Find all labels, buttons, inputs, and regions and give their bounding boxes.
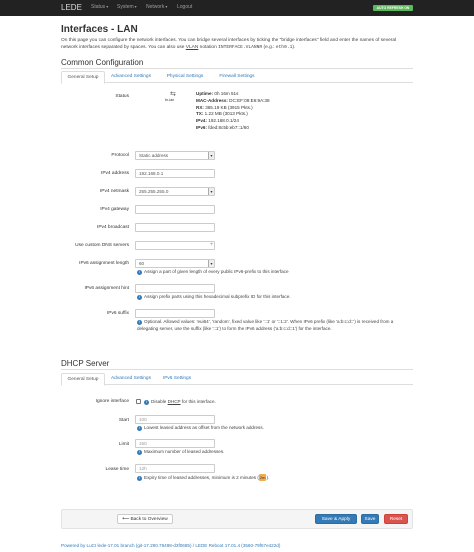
ipv6-assignment-hint-input[interactable] xyxy=(135,284,215,293)
ipv6-assignment-length-hint: i Assign a part of given length of every … xyxy=(137,268,289,275)
page-description: On this page you can configure the netwo… xyxy=(61,38,397,50)
lease-time-label: Lease time xyxy=(105,467,129,472)
ipv6-suffix-label: IPv6 suffix xyxy=(106,311,129,316)
ignore-interface-checkbox[interactable] xyxy=(136,399,141,404)
back-to-overview-button[interactable]: ⟵ Back to Overview xyxy=(117,514,173,524)
info-icon: i xyxy=(137,450,142,455)
tab-general-setup[interactable]: General Setup xyxy=(61,71,105,84)
menu-status[interactable]: Status▾ xyxy=(91,4,108,10)
lease-time-input[interactable]: 12h xyxy=(135,464,215,473)
tab-firewall-settings[interactable]: Firewall Settings xyxy=(213,71,261,83)
save-apply-button[interactable]: Save & Apply xyxy=(315,514,357,524)
info-icon: i xyxy=(137,270,142,275)
menu-network[interactable]: Network▾ xyxy=(146,4,167,10)
section-heading-common: Common Configuration xyxy=(61,58,144,67)
ipv4-broadcast-label: IPv4 broadcast xyxy=(97,225,129,230)
ipv6-assignment-length-label: IPv6 assignment length xyxy=(79,261,129,266)
menu-logout[interactable]: Logout xyxy=(177,4,192,10)
info-icon: i xyxy=(137,295,142,300)
ipv6-suffix-input[interactable] xyxy=(135,309,215,318)
tab-physical-settings[interactable]: Physical Settings xyxy=(161,71,209,83)
dns-input[interactable] xyxy=(135,241,215,250)
status-label: Status xyxy=(115,94,129,99)
ipv6-assignment-hint-label: IPv6 assignment hint xyxy=(84,286,129,291)
ipv4-gateway-input[interactable] xyxy=(135,205,215,214)
action-footer: ⟵ Back to Overview Save & Apply Save Res… xyxy=(61,509,413,529)
dhcp-tabs: General Setup Advanced Settings IPv6 Set… xyxy=(61,373,413,386)
chevron-down-icon: ▾ xyxy=(106,4,109,9)
ipv6-assignment-hint-hint: i Assign prefix parts using this hexadeci… xyxy=(137,293,291,300)
chevron-down-icon: ▾ xyxy=(165,4,168,9)
ipv4-broadcast-input[interactable] xyxy=(135,223,215,232)
section-heading-dhcp: DHCP Server xyxy=(61,359,110,368)
ipv4-netmask-select[interactable]: 255.255.255.0 ▾ xyxy=(135,187,215,196)
lease-time-hint: i Expiry time of leased addresses, minimu… xyxy=(137,474,269,481)
start-hint: i Lowest leased address as offset from th… xyxy=(137,424,264,431)
page-title: Interfaces - LAN xyxy=(61,24,138,35)
info-icon: i xyxy=(137,426,142,431)
reset-button[interactable]: Reset xyxy=(384,514,408,524)
dropdown-arrow-icon: ▾ xyxy=(208,152,214,159)
tab-dhcp-general-setup[interactable]: General Setup xyxy=(61,373,105,386)
dropdown-arrow-icon: ▾ xyxy=(208,188,214,195)
interface-name: br-lan xyxy=(165,98,175,102)
save-button[interactable]: Save xyxy=(361,514,379,524)
top-navbar: LEDE Status▾ System▾ Network▾ Logout AUT… xyxy=(0,0,474,16)
ipv4-netmask-label: IPv4 netmask xyxy=(99,189,129,194)
limit-label: Limit xyxy=(118,442,129,447)
divider xyxy=(61,68,413,69)
info-icon: i xyxy=(144,400,149,405)
ipv6-suffix-hint: i Optional. Allowed values: 'eui64', 'ran… xyxy=(137,319,394,331)
interface-status: Uptime: 0h 16m 51s MAC-Address: DC:EF:09… xyxy=(196,91,270,130)
tab-dhcp-ipv6-settings[interactable]: IPv6 Settings xyxy=(157,373,197,385)
dropdown-arrow-icon: ▾ xyxy=(208,260,214,267)
ipv6-assignment-length-select[interactable]: 60 ▾ xyxy=(135,259,215,268)
autorefresh-badge[interactable]: AUTO REFRESH ON xyxy=(373,5,413,11)
tab-advanced-settings[interactable]: Advanced Settings xyxy=(107,71,155,83)
divider xyxy=(61,369,413,370)
powered-by-link[interactable]: Powered by LuCI lede-17.01 branch (git-1… xyxy=(61,543,280,548)
common-tabs: General Setup Advanced Settings Physical… xyxy=(61,71,413,84)
ipv4-gateway-label: IPv4 gateway xyxy=(100,207,129,212)
protocol-label: Protocol xyxy=(111,153,129,158)
ipv4-address-input[interactable]: 192.168.0.1 xyxy=(135,169,215,178)
dns-label: Use custom DNS servers xyxy=(75,243,129,248)
info-icon: i xyxy=(137,476,142,481)
start-label: Start xyxy=(118,418,129,423)
chevron-down-icon: ▾ xyxy=(134,4,137,9)
menu-system[interactable]: System▾ xyxy=(117,4,137,10)
start-input[interactable]: 100 xyxy=(135,415,215,424)
limit-hint: i Maximum number of leased addresses. xyxy=(137,448,224,455)
info-icon: i xyxy=(137,320,142,325)
ignore-interface-label: Ignore interface xyxy=(95,399,129,404)
protocol-select[interactable]: Static address ▾ xyxy=(135,151,215,160)
brand-logo[interactable]: LEDE xyxy=(61,3,82,12)
ipv4-address-label: IPv4 address xyxy=(101,171,129,176)
limit-input[interactable]: 150 xyxy=(135,439,215,448)
tab-dhcp-advanced-settings[interactable]: Advanced Settings xyxy=(107,373,155,385)
add-icon[interactable]: + xyxy=(210,242,217,249)
ignore-interface-hint: i Disable DHCP for this interface. xyxy=(144,398,216,405)
